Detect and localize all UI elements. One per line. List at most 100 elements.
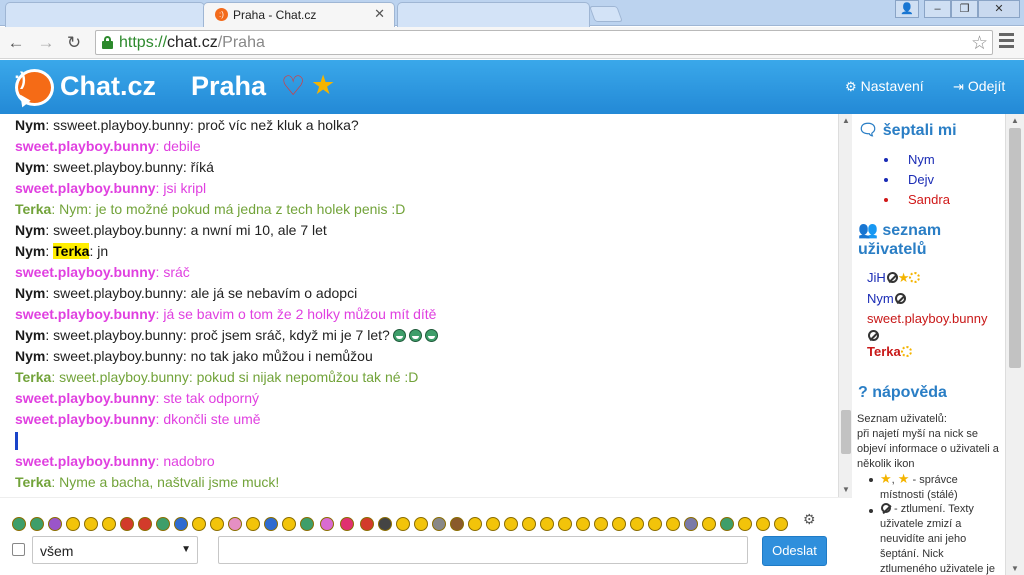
browser-tab-1[interactable] [5,2,205,27]
message-nick[interactable]: Terka [15,474,51,490]
whisper-item-dejv[interactable]: Dejv [908,172,934,187]
emoticon-icon[interactable] [138,517,152,531]
emoticon-icon[interactable] [396,517,410,531]
muted-icon[interactable] [894,293,906,304]
message-nick[interactable]: sweet.playboy.bunny [15,306,156,322]
emoticon-icon[interactable] [120,517,134,531]
emoticon-icon[interactable] [48,517,62,531]
emoticon-icon[interactable] [300,517,314,531]
scroll-up-icon[interactable]: ▲ [1011,116,1019,125]
emoticon-icon[interactable] [576,517,590,531]
message-input[interactable] [218,536,748,564]
sidebar-scroll-thumb[interactable] [1009,128,1021,368]
message-nick[interactable]: Nym [15,348,45,364]
emoticon-icon[interactable] [378,517,392,531]
scroll-down-icon[interactable]: ▼ [842,485,850,494]
tab-close-icon[interactable]: ✕ [374,6,385,22]
emoticon-icon[interactable] [486,517,500,531]
emoticon-icon[interactable] [594,517,608,531]
message-nick[interactable]: Terka [15,201,51,217]
scroll-up-icon[interactable]: ▲ [842,116,850,125]
emoticon-icon[interactable] [756,517,770,531]
emoticon-settings-gear-icon[interactable]: ⚙ [803,511,816,528]
emoticon-icon[interactable] [84,517,98,531]
message-nick[interactable]: Nym [15,285,45,301]
private-checkbox[interactable] [12,543,25,556]
new-tab-button[interactable] [589,6,623,22]
message-nick[interactable]: Nym [15,117,45,133]
message-nick[interactable]: Nym [15,159,45,175]
emoticon-icon[interactable] [414,517,428,531]
user-list-item[interactable]: JiH ★ [867,269,921,286]
brand-name[interactable]: Chat.cz [60,71,156,102]
emoticon-icon[interactable] [102,517,116,531]
emoticon-icon[interactable] [66,517,80,531]
emoticon-icon[interactable] [774,517,788,531]
address-bar[interactable]: https://chat.cz/Praha ☆ [95,30,993,55]
emoticon-icon[interactable] [174,517,188,531]
emoticon-icon[interactable] [702,517,716,531]
sidebar-scrollbar[interactable]: ▲ ▼ [1005,114,1024,575]
emoticon-icon[interactable] [648,517,662,531]
close-window-button[interactable]: ✕ [978,0,1020,18]
restore-button[interactable]: ❐ [951,0,978,18]
recipient-select[interactable]: všem ▼ [32,536,198,564]
whisper-item-nym[interactable]: Nym [908,152,935,167]
message-nick[interactable]: sweet.playboy.bunny [15,180,156,196]
user-list-item[interactable]: Nym [867,290,906,307]
room-star-icon[interactable]: ★ [311,70,335,101]
emoticon-icon[interactable] [558,517,572,531]
message-nick[interactable]: Nym [15,327,45,343]
emoticon-icon[interactable] [156,517,170,531]
emoticon-icon[interactable] [720,517,734,531]
user-list-item[interactable]: Terka [867,343,912,360]
emoticon-icon[interactable] [540,517,554,531]
emoticon-icon[interactable] [340,517,354,531]
profile-icon[interactable]: 👤 [895,0,919,18]
muted-icon[interactable] [886,272,898,283]
emoticon-icon[interactable] [738,517,752,531]
reload-icon[interactable]: ↻ [64,33,84,53]
emoticon-icon[interactable] [192,517,206,531]
chat-scroll-thumb[interactable] [841,410,851,454]
chat-scrollbar[interactable]: ▲ ▼ [838,114,852,497]
message-nick[interactable]: sweet.playboy.bunny [15,390,156,406]
emoticon-icon[interactable] [450,517,464,531]
emoticon-icon[interactable] [630,517,644,531]
message-nick[interactable]: Terka [15,369,51,385]
logout-link[interactable]: ⇥ Odejít [953,78,1005,95]
browser-tab-active[interactable]: :) Praha - Chat.cz ✕ [203,2,395,27]
message-nick[interactable]: sweet.playboy.bunny [15,264,156,280]
mention-highlight[interactable]: Terka [53,243,90,259]
emoticon-icon[interactable] [666,517,680,531]
muted-icon[interactable] [868,330,879,341]
emoticon-icon[interactable] [504,517,518,531]
emoticon-icon[interactable] [228,517,242,531]
browser-menu-icon[interactable] [998,33,1016,51]
emoticon-icon[interactable] [432,517,446,531]
minimize-button[interactable]: – [924,0,951,18]
emoticon-icon[interactable] [282,517,296,531]
message-nick[interactable]: sweet.playboy.bunny [15,138,156,154]
message-nick[interactable]: Nym [15,243,45,259]
user-list-item[interactable]: sweet.playboy.bunny [867,310,987,327]
bookmark-star-icon[interactable]: ☆ [971,32,988,55]
emoticon-icon[interactable] [684,517,698,531]
emoticon-icon[interactable] [522,517,536,531]
emoticon-icon[interactable] [264,517,278,531]
message-nick[interactable]: sweet.playboy.bunny [15,453,156,469]
scroll-down-icon[interactable]: ▼ [1011,564,1019,573]
emoticon-icon[interactable] [468,517,482,531]
send-button[interactable]: Odeslat [762,536,827,566]
browser-tab-3[interactable] [397,2,590,27]
favorite-heart-icon[interactable]: ♡ [281,71,305,102]
emoticon-icon[interactable] [30,517,44,531]
whisper-item-sandra[interactable]: Sandra [908,192,950,207]
emoticon-icon[interactable] [360,517,374,531]
forward-arrow-icon[interactable]: → [36,33,56,53]
emoticon-icon[interactable] [320,517,334,531]
emoticon-icon[interactable] [246,517,260,531]
emoticon-icon[interactable] [612,517,626,531]
message-nick[interactable]: sweet.playboy.bunny [15,411,156,427]
back-arrow-icon[interactable]: ← [6,33,26,53]
